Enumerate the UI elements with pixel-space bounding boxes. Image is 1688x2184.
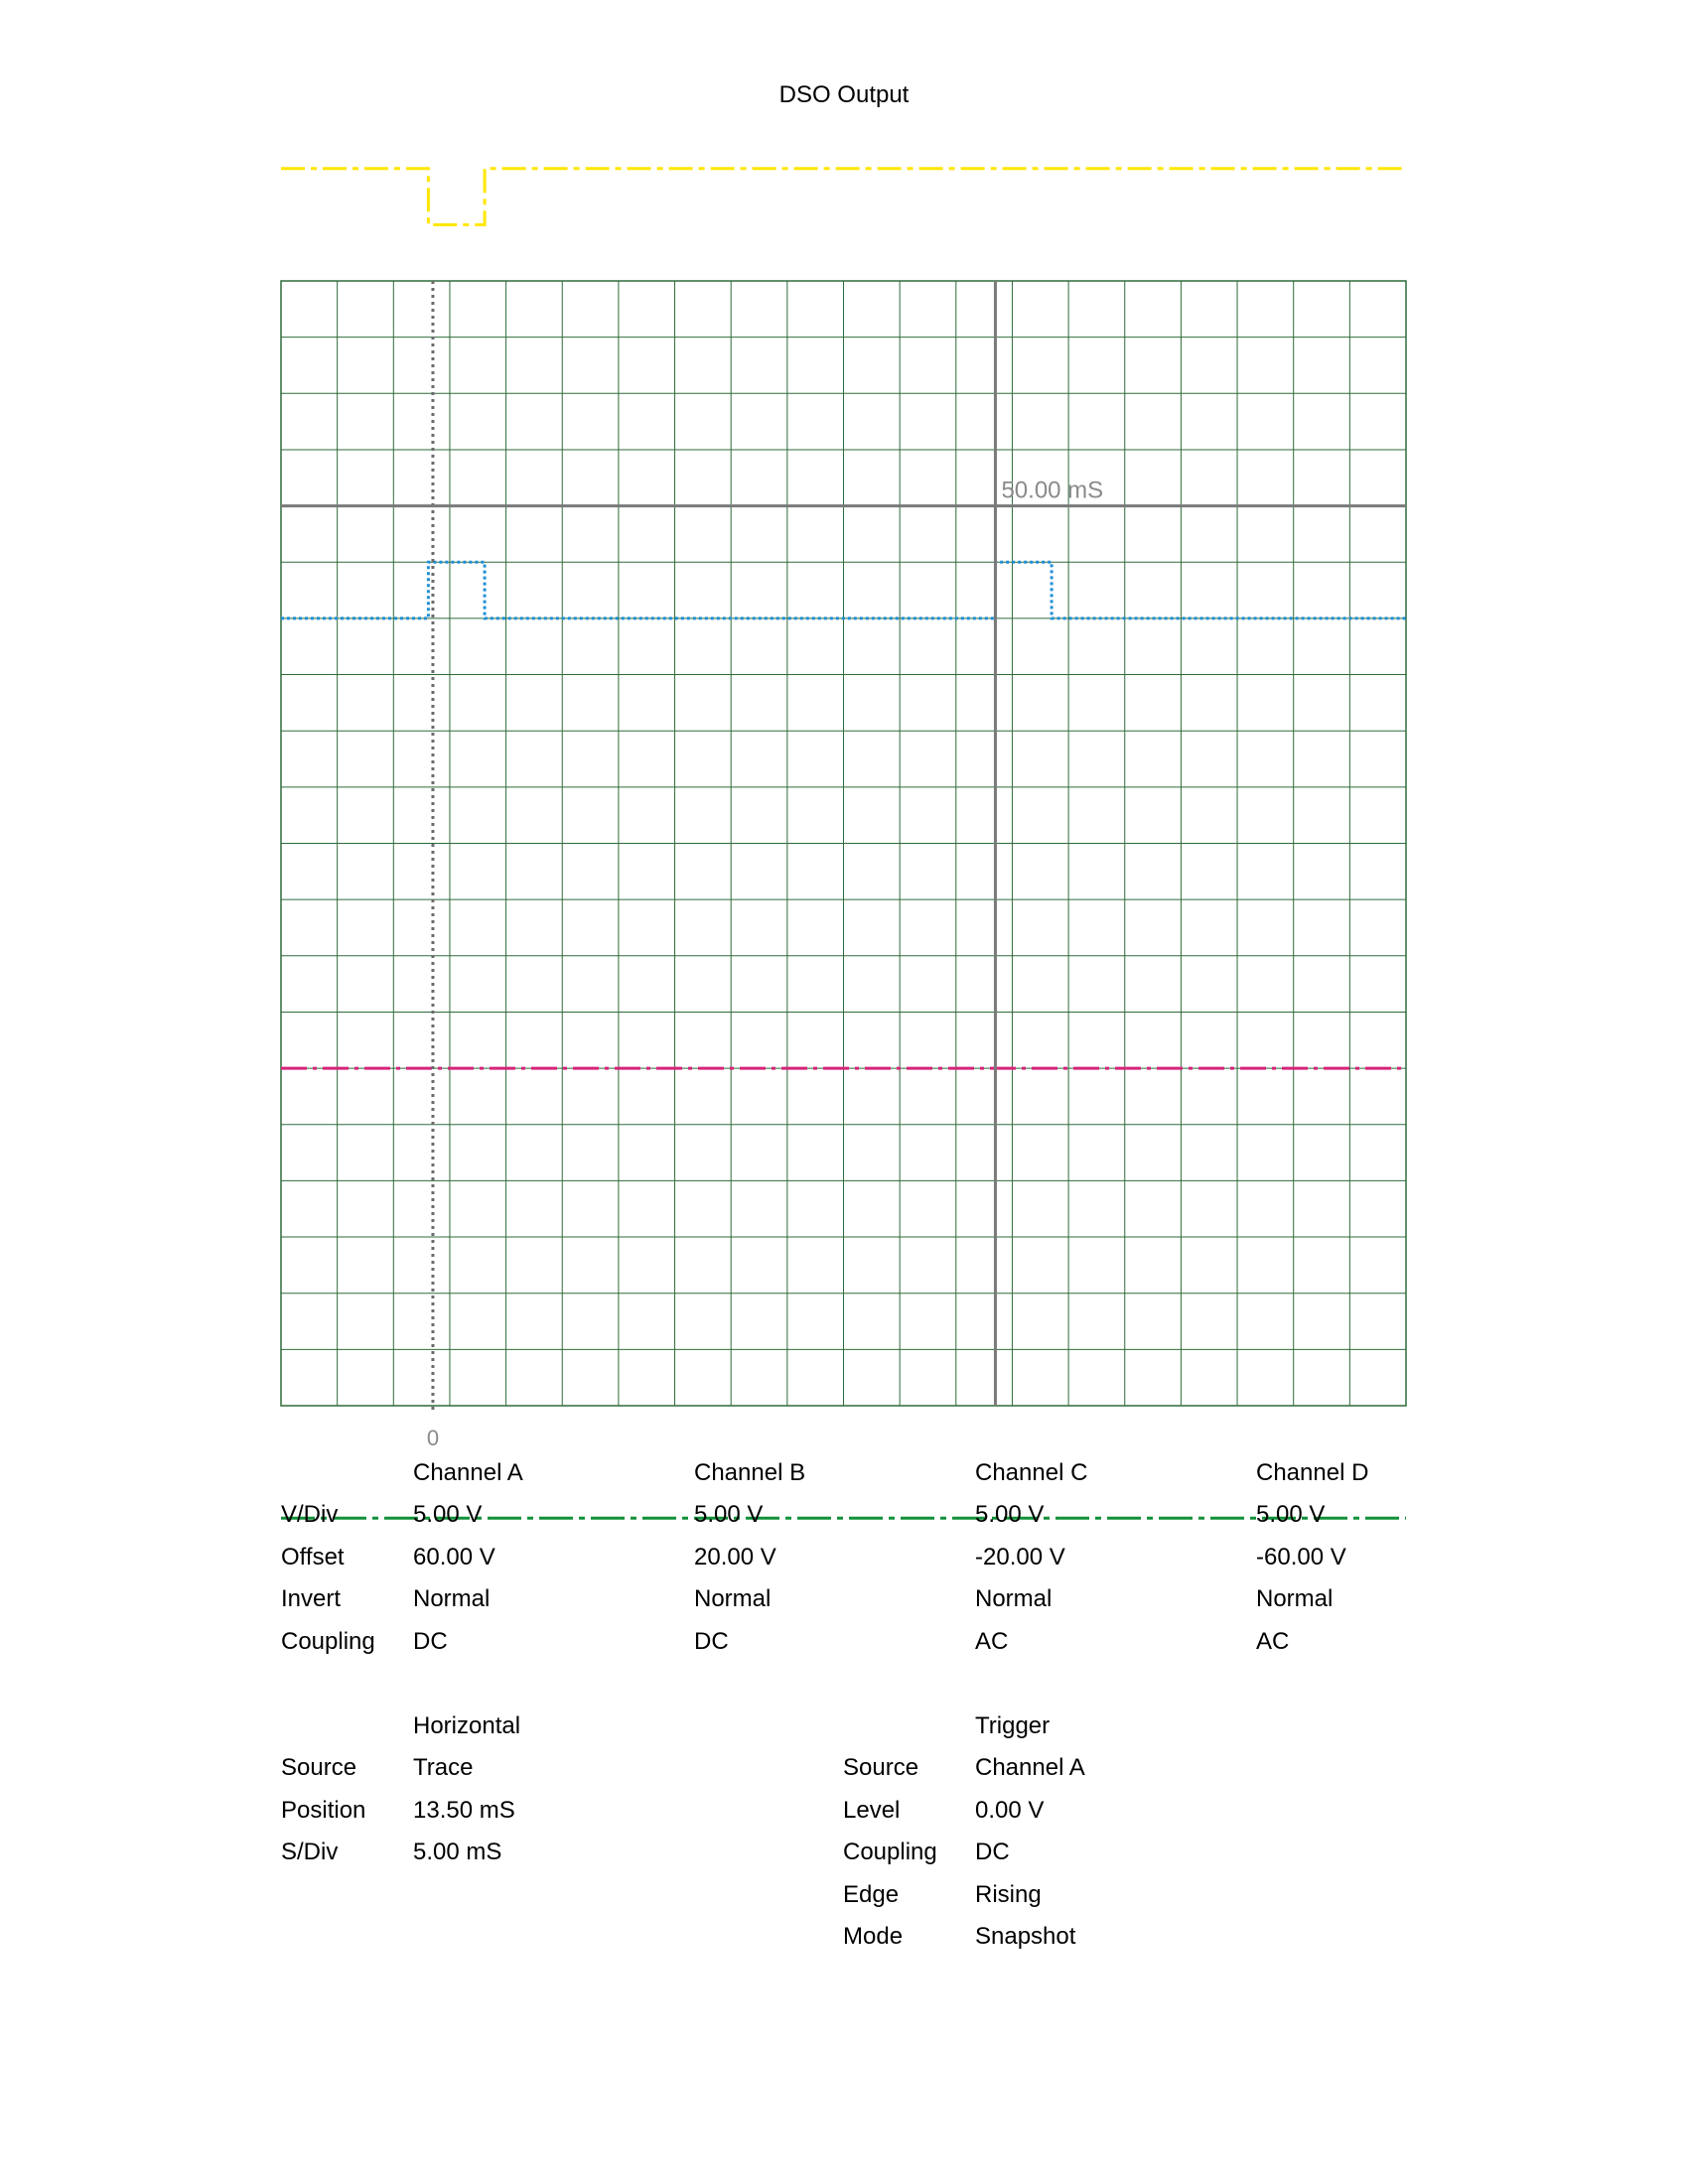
trigger-source-value: Channel A: [975, 1754, 1085, 1781]
trigger-edge-label: Edge: [843, 1881, 900, 1908]
channel-a-header: Channel A: [413, 1459, 523, 1486]
coupling-label: Coupling: [281, 1628, 375, 1655]
horizontal-sdiv-label: S/Div: [281, 1839, 339, 1865]
cursor-label: 50.00 mS: [1001, 478, 1103, 504]
channel-c-invert: Normal: [975, 1585, 1053, 1612]
trace-channel-a: [281, 167, 1406, 226]
trigger-level-value: 0.00 V: [975, 1797, 1045, 1824]
trigger-mode-label: Mode: [843, 1923, 904, 1950]
channel-a-invert: Normal: [413, 1585, 491, 1612]
channel-b-header: Channel B: [694, 1459, 806, 1486]
trigger-mode-value: Snapshot: [975, 1923, 1076, 1950]
channel-b-invert: Normal: [694, 1585, 772, 1612]
channel-b-offset: 20.00 V: [694, 1544, 776, 1570]
trigger-coupling-value: DC: [975, 1839, 1010, 1865]
vdiv-label: V/Div: [281, 1501, 339, 1528]
invert-label: Invert: [281, 1585, 342, 1612]
channel-a-coupling: DC: [413, 1628, 448, 1655]
channel-d-coupling: AC: [1256, 1628, 1290, 1655]
trigger-source-label: Source: [843, 1754, 919, 1781]
channel-d-header: Channel D: [1256, 1459, 1369, 1486]
trigger-heading: Trigger: [975, 1712, 1051, 1739]
offset-label: Offset: [281, 1544, 345, 1570]
channel-b-coupling: DC: [694, 1628, 729, 1655]
scope-grid: [280, 280, 1407, 1407]
channel-d-offset: -60.00 V: [1256, 1544, 1346, 1570]
horizontal-heading: Horizontal: [413, 1712, 521, 1739]
channel-c-offset: -20.00 V: [975, 1544, 1065, 1570]
channel-d-vdiv: 5.00 V: [1256, 1501, 1326, 1528]
channel-a-vdiv: 5.00 V: [413, 1501, 483, 1528]
horizontal-sdiv-value: 5.00 mS: [413, 1839, 502, 1865]
horizontal-position-value: 13.50 mS: [413, 1797, 515, 1824]
channel-c-vdiv: 5.00 V: [975, 1501, 1045, 1528]
channel-b-vdiv: 5.00 V: [694, 1501, 764, 1528]
trigger-edge-value: Rising: [975, 1881, 1042, 1908]
channel-d-invert: Normal: [1256, 1585, 1334, 1612]
trigger-level-label: Level: [843, 1797, 901, 1824]
x-tick-label: 0: [427, 1426, 439, 1450]
channel-c-coupling: AC: [975, 1628, 1009, 1655]
horizontal-source-label: Source: [281, 1754, 357, 1781]
horizontal-source-value: Trace: [413, 1754, 474, 1781]
horizontal-position-label: Position: [281, 1797, 366, 1824]
channel-a-offset: 60.00 V: [413, 1544, 495, 1570]
trigger-coupling-label: Coupling: [843, 1839, 937, 1865]
channel-c-header: Channel C: [975, 1459, 1088, 1486]
